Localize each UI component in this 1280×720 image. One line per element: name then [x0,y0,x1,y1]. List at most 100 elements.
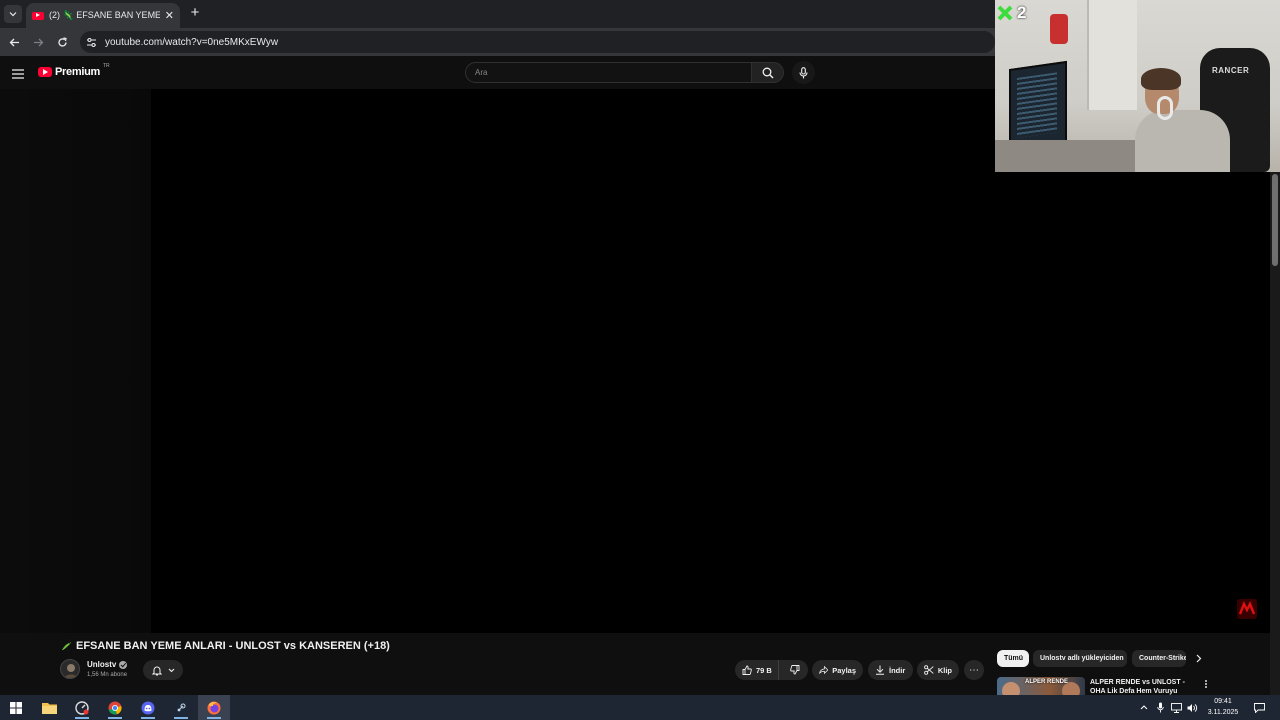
start-button[interactable] [0,695,32,720]
chevron-up-icon [1140,705,1148,710]
forward-button[interactable] [30,34,46,50]
new-tab-button[interactable]: + [187,4,203,22]
tray-microphone[interactable] [1153,695,1167,720]
reload-icon [57,36,67,47]
video-title: EFSANE BAN YEME ANLARI - UNLOST vs KANSE… [60,640,390,652]
discord-icon [141,701,155,714]
search-icon [762,67,773,78]
channel-name-text: Unlostv [87,660,117,669]
arrow-right-icon [33,38,43,46]
tray-network[interactable] [1169,695,1183,720]
tab-title: (2) 🦎 EFSANE BAN YEME ANLA [49,10,160,20]
logo-wordmark: Premium [55,66,100,78]
taskbar-chrome[interactable] [99,695,131,720]
avatar-image-icon [64,664,78,678]
chevron-down-icon [168,668,174,672]
logo-region: TR [102,63,110,69]
webcam-headset [1157,96,1173,120]
chip-from-uploader[interactable]: Unlostv adlı yükleyiciden [1033,650,1127,667]
hamburger-icon [12,69,24,79]
youtube-header: Premium TR Ara [0,56,995,89]
recommendation-thumbnail-text: ALPER RENDE [1025,679,1069,685]
tray-volume[interactable] [1185,695,1199,720]
chair-brand-label: RANCER [1212,66,1250,75]
recommendation-title[interactable]: ALPER RENDE vs UNLOST - OHA Lik Defa Hem… [1090,678,1200,695]
webcam-person-hair [1141,68,1181,90]
channel-avatar[interactable] [60,659,80,679]
dislike-button[interactable] [783,660,808,680]
clock-date: 3.11.2025 [1207,709,1239,716]
download-label: İndir [889,665,906,675]
address-bar[interactable]: youtube.com/watch?v=0ne5MKxEWyw [80,31,995,53]
clip-label: Klip [937,665,952,675]
arrow-left-icon [9,38,19,46]
url-text: youtube.com/watch?v=0ne5MKxEWyw [105,36,279,48]
lizard-emoji-icon [62,642,71,650]
download-button[interactable]: İndir [868,660,913,680]
scissors-icon [924,665,934,675]
tab-close-icon[interactable]: ✕ [165,9,174,22]
page-scrollbar-thumb[interactable] [1272,174,1278,266]
chips-next-button[interactable] [1191,651,1206,666]
windows-taskbar: 09:41 3.11.2025 [0,695,1280,720]
taskbar-steam[interactable] [165,695,197,720]
search-input[interactable]: Ara [465,62,752,83]
webcam-counter: 2 [997,3,1026,23]
chevron-right-icon [1196,654,1201,663]
like-count: 79 B [756,665,772,675]
voice-search-button[interactable] [792,61,815,84]
bell-icon [151,666,162,675]
webcam-person-body [1135,110,1230,172]
guide-menu-button[interactable] [12,66,26,79]
chip-all[interactable]: Tümü [997,650,1029,667]
video-side-shade [0,89,151,633]
channel-watermark-icon[interactable] [1236,598,1258,620]
reload-button[interactable] [54,34,70,50]
youtube-logo-icon [38,67,52,77]
share-button[interactable]: Paylaş [812,660,863,680]
webcam-red-bag [1050,14,1068,44]
chrome-icon [108,701,122,715]
back-button[interactable] [6,34,22,50]
taskbar-app-2[interactable] [66,695,98,720]
webcam-counter-number: 2 [1017,3,1027,22]
site-info-icon[interactable] [86,37,97,48]
youtube-favicon-icon [32,11,44,20]
channel-name[interactable]: Unlostv [87,660,128,669]
windows-logo-icon [10,701,22,714]
browser-tab-active[interactable]: (2) 🦎 EFSANE BAN YEME ANLA ✕ [26,3,180,28]
download-icon [876,665,884,675]
speaker-icon [1187,703,1197,712]
clock-time: 09:41 [1214,698,1232,705]
green-x-icon [997,5,1013,21]
tray-overflow-button[interactable] [1137,695,1151,720]
webcam-desk [995,140,1155,172]
youtube-premium-logo[interactable]: Premium TR [38,63,110,78]
taskbar-discord[interactable] [132,695,164,720]
taskbar-file-explorer[interactable] [33,695,65,720]
like-dislike-group: 79 B [735,660,808,680]
notification-bell-button[interactable] [143,660,183,680]
folder-icon [41,702,57,714]
share-icon [819,665,829,675]
firefox-icon [207,701,221,714]
subscriber-count: 1,56 Mn abone [87,672,128,678]
recommendation-menu-icon[interactable] [1201,678,1211,690]
search-button[interactable] [752,62,784,83]
thumbs-up-icon [742,665,752,675]
tab-search-button[interactable] [4,5,22,23]
chevron-down-icon [9,12,17,17]
webcam-door [1087,0,1137,110]
like-button[interactable]: 79 B [735,660,779,680]
chip-counter-strike[interactable]: Counter-Strike [1132,650,1186,667]
microphone-icon [1156,702,1164,713]
more-actions-button[interactable]: ⋯ [964,660,984,680]
gauge-app-icon [75,700,89,715]
microphone-icon [799,66,808,78]
clip-button[interactable]: Klip [917,660,959,680]
thumbs-down-icon [790,665,800,675]
notification-center-button[interactable] [1250,695,1268,720]
taskbar-firefox[interactable] [198,695,230,720]
taskbar-clock[interactable]: 09:41 3.11.2025 [1203,696,1243,718]
webcam-overlay: RANCER 2 [995,0,1280,172]
